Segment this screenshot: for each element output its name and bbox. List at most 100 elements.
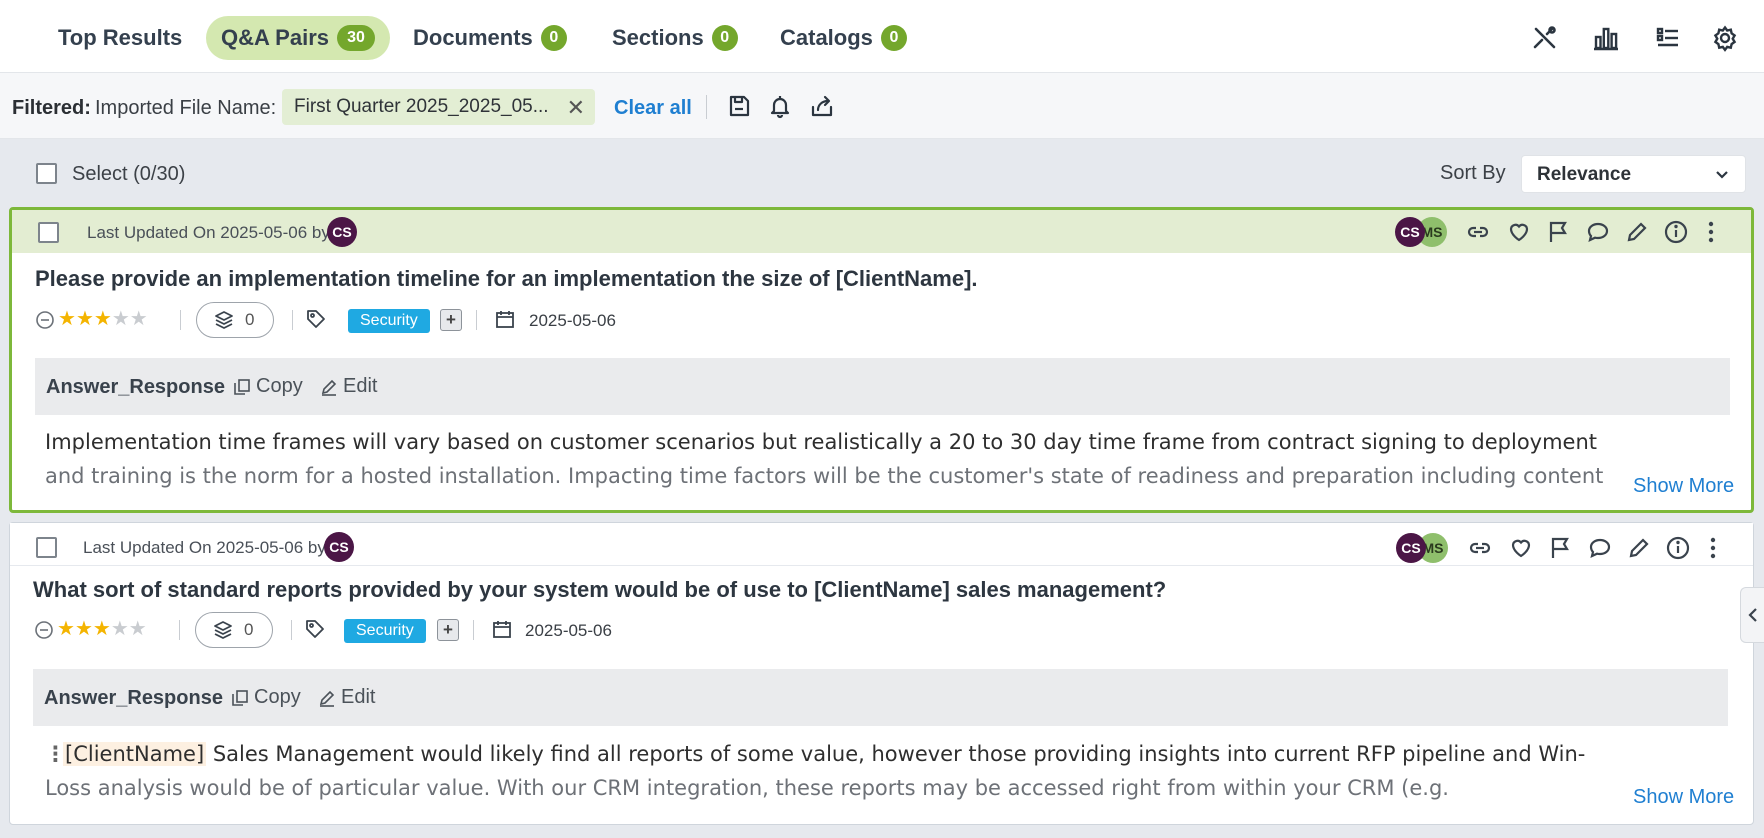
edit-label: Edit	[341, 686, 376, 708]
side-panel-toggle[interactable]	[1740, 587, 1764, 643]
question-title[interactable]: Please provide an implementation timelin…	[35, 266, 978, 292]
heart-icon[interactable]	[1506, 219, 1532, 245]
answer-label: Answer_Response	[46, 376, 225, 398]
placeholder-token: [ClientName]	[63, 742, 207, 766]
divider	[473, 620, 474, 640]
add-tag-button[interactable]: +	[437, 619, 459, 641]
copy-icon	[232, 689, 248, 706]
heart-icon[interactable]	[1508, 535, 1534, 561]
select-row: Select (0/30) Sort By Relevance	[0, 139, 1764, 209]
tab-label: Top Results	[58, 25, 183, 50]
close-icon[interactable]: ✕	[567, 95, 585, 121]
layers-icon	[214, 621, 232, 639]
divider	[291, 620, 292, 640]
info-icon[interactable]	[1665, 535, 1691, 561]
tab-label: Documents	[413, 25, 533, 50]
answer-line: ⋮[ClientName] Sales Management would lik…	[45, 737, 1635, 771]
calendar-icon	[493, 621, 511, 638]
card-header: Last Updated On 2025-05-06 by CS MS CS	[12, 210, 1751, 253]
filter-chip[interactable]: First Quarter 2025_2025_05... ✕	[282, 89, 595, 125]
tab-catalogs[interactable]: Catalogs 0	[765, 16, 922, 60]
card-checkbox[interactable]	[38, 222, 59, 243]
tab-top-results[interactable]: Top Results	[43, 16, 197, 60]
info-icon[interactable]	[1663, 219, 1689, 245]
tab-qa-pairs[interactable]: Q&A Pairs 30	[206, 16, 391, 60]
select-count-label: Select (0/30)	[72, 163, 186, 185]
bell-icon[interactable]	[767, 93, 793, 119]
divider	[179, 620, 180, 640]
copy-label: Copy	[254, 686, 301, 708]
star-icon: ★	[129, 308, 148, 330]
sort-select[interactable]: Relevance	[1521, 155, 1746, 193]
tab-documents[interactable]: Documents 0	[398, 16, 582, 60]
tools-icon[interactable]	[1531, 24, 1559, 52]
star-icon: ★	[57, 618, 75, 640]
last-updated-text: Last Updated On 2025-05-06 by	[87, 223, 330, 242]
edit-button[interactable]: Edit	[320, 375, 377, 398]
card-checkbox[interactable]	[36, 537, 57, 558]
pencil-icon[interactable]	[1626, 535, 1652, 561]
minus-circle-icon[interactable]	[34, 620, 54, 640]
pencil-icon[interactable]	[1624, 219, 1650, 245]
comment-icon[interactable]	[1585, 219, 1611, 245]
chevron-down-icon	[1716, 171, 1728, 179]
flag-icon[interactable]	[1547, 535, 1573, 561]
export-icon[interactable]	[809, 93, 835, 119]
star-rating[interactable]: ★★★★★	[57, 616, 147, 641]
stack-count: 0	[245, 310, 255, 329]
add-tag-button[interactable]: +	[440, 309, 462, 331]
qa-card[interactable]: Last Updated On 2025-05-06 by CS MS CS P…	[9, 207, 1754, 513]
avatar: CS	[324, 532, 354, 562]
tab-sections[interactable]: Sections 0	[597, 16, 753, 60]
stack-count-pill[interactable]: 0	[195, 612, 273, 648]
link-icon[interactable]	[1467, 535, 1493, 561]
show-more-link[interactable]: Show More	[1633, 786, 1734, 809]
link-icon[interactable]	[1465, 219, 1491, 245]
bar-chart-icon[interactable]	[1592, 24, 1620, 52]
gear-icon[interactable]	[1711, 24, 1739, 52]
card-meta: ★★★★★ 0 Security + 2025-05-06	[34, 612, 734, 648]
minus-circle-icon[interactable]	[35, 310, 55, 330]
star-icon: ★	[128, 618, 147, 640]
flag-icon[interactable]	[1545, 219, 1571, 245]
star-icon: ★	[111, 308, 130, 330]
tab-count-badge: 0	[880, 25, 907, 51]
stack-count-pill[interactable]: 0	[196, 302, 274, 338]
clear-all-link[interactable]: Clear all	[614, 97, 692, 120]
save-icon[interactable]	[726, 93, 752, 119]
comment-icon[interactable]	[1587, 535, 1613, 561]
edit-label: Edit	[343, 375, 378, 397]
more-vertical-icon[interactable]	[1698, 219, 1724, 245]
answer-line: Loss analysis would be of particular val…	[45, 776, 1449, 800]
tag-icon	[306, 620, 324, 638]
question-title[interactable]: What sort of standard reports provided b…	[33, 577, 1166, 603]
tag-chip[interactable]: Security	[348, 309, 430, 333]
more-vertical-icon[interactable]	[1700, 535, 1726, 561]
card-header: Last Updated On 2025-05-06 by CS MS CS	[10, 523, 1753, 566]
tab-count-badge: 30	[337, 25, 376, 51]
qa-card[interactable]: Last Updated On 2025-05-06 by CS MS CS W…	[9, 522, 1754, 825]
tab-label: Sections	[612, 25, 704, 50]
star-rating[interactable]: ★★★★★	[58, 306, 148, 331]
filter-field-label: Imported File Name:	[95, 97, 277, 119]
divider	[706, 95, 707, 119]
layers-icon	[215, 311, 233, 329]
edit-button[interactable]: Edit	[318, 686, 375, 709]
star-icon: ★	[92, 618, 111, 640]
star-icon: ★	[93, 308, 112, 330]
show-more-link[interactable]: Show More	[1633, 475, 1734, 498]
avatar: CS	[1396, 533, 1426, 563]
pencil-icon	[319, 690, 335, 707]
select-all-checkbox[interactable]	[36, 163, 57, 184]
tag-chip[interactable]: Security	[344, 619, 426, 643]
results-list: Select (0/30) Sort By Relevance Last Upd…	[0, 139, 1764, 838]
drag-handle-icon[interactable]: ⋮	[45, 737, 66, 771]
card-meta: ★★★★★ 0 Security + 2025-05-06	[35, 302, 735, 338]
list-icon[interactable]	[1654, 24, 1682, 52]
sort-value: Relevance	[1537, 164, 1632, 185]
copy-button[interactable]: Copy	[233, 375, 303, 398]
answer-text: Implementation time frames will vary bas…	[45, 425, 1635, 493]
copy-button[interactable]: Copy	[231, 686, 301, 709]
date-text: 2025-05-06	[529, 311, 616, 330]
divider	[476, 310, 477, 330]
